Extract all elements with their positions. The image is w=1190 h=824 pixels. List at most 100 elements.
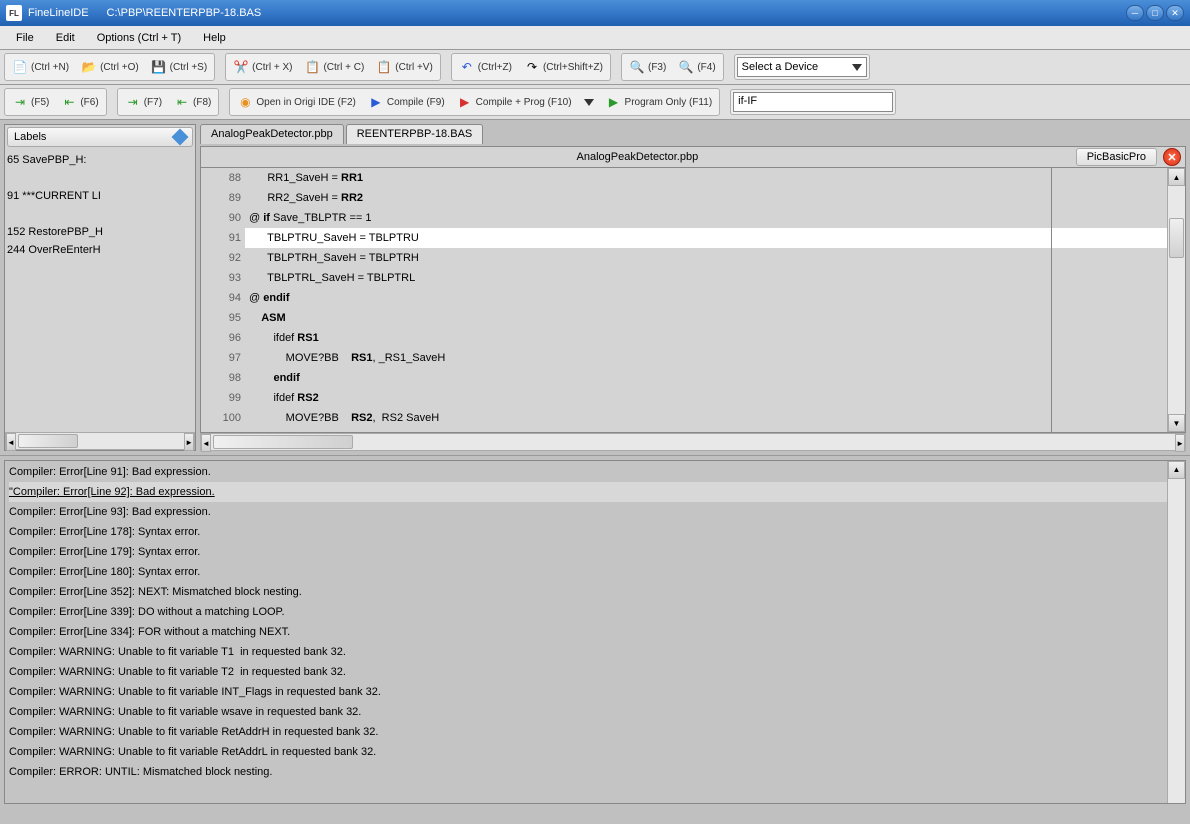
- snippet-input[interactable]: if-IF: [733, 92, 893, 112]
- search-next-icon: 🔍: [678, 59, 694, 75]
- code-line[interactable]: @ if Save_TBLPTR == 1: [245, 208, 1167, 228]
- menu-help[interactable]: Help: [193, 29, 236, 47]
- compile-button[interactable]: ▶Compile (F9): [363, 91, 450, 113]
- code-line[interactable]: MOVE?BB RS1, _RS1_SaveH: [245, 348, 1167, 368]
- output-vscroll[interactable]: ▲: [1167, 461, 1185, 803]
- code-line[interactable]: ASM: [245, 308, 1167, 328]
- label-item[interactable]: [7, 169, 193, 187]
- device-select-label: Select a Device: [742, 61, 818, 73]
- code-line[interactable]: TBLPTRH_SaveH = TBLPTRH: [245, 248, 1167, 268]
- label-item[interactable]: 91 ***CURRENT LI: [7, 187, 193, 205]
- code-line[interactable]: TBLPTRL_SaveH = TBLPTRL: [245, 268, 1167, 288]
- code-line[interactable]: TBLPTRU_SaveH = TBLPTRU: [245, 228, 1167, 248]
- output-line[interactable]: Compiler: WARNING: Unable to fit variabl…: [9, 722, 1181, 742]
- title-bar: FL FineLineIDE C:\PBP\REENTERPBP-18.BAS …: [0, 0, 1190, 26]
- code-line[interactable]: endif: [245, 368, 1167, 388]
- output-line[interactable]: Compiler: Error[Line 352]: NEXT: Mismatc…: [9, 582, 1181, 602]
- outdent-button[interactable]: ⇤(F8): [169, 91, 216, 113]
- open-button[interactable]: 📂(Ctrl +O): [76, 56, 144, 78]
- scroll-up-icon[interactable]: ▲: [1168, 461, 1185, 479]
- output-line[interactable]: Compiler: WARNING: Unable to fit variabl…: [9, 662, 1181, 682]
- labels-dropdown[interactable]: Labels: [7, 127, 193, 147]
- tab-reenterpbp[interactable]: REENTERPBP-18.BAS: [346, 124, 484, 144]
- new-button[interactable]: 📄(Ctrl +N): [7, 56, 74, 78]
- output-line[interactable]: Compiler: WARNING: Unable to fit variabl…: [9, 742, 1181, 762]
- external-ide-icon: ◉: [237, 94, 253, 110]
- cut-button[interactable]: ✂️(Ctrl + X): [228, 56, 297, 78]
- scroll-thumb[interactable]: [1169, 218, 1184, 258]
- output-line[interactable]: Compiler: Error[Line 339]: DO without a …: [9, 602, 1181, 622]
- code-line[interactable]: @ endif: [245, 288, 1167, 308]
- find-next-button[interactable]: 🔍(F4): [673, 56, 720, 78]
- code-line[interactable]: MOVE?BB RS2, RS2 SaveH: [245, 408, 1167, 428]
- label-item[interactable]: 152 RestorePBP_H: [7, 223, 193, 241]
- code-editor[interactable]: 888990919293949596979899100 RR1_SaveH = …: [200, 168, 1186, 433]
- minimize-button[interactable]: ─: [1126, 5, 1144, 21]
- output-line[interactable]: Compiler: Error[Line 178]: Syntax error.: [9, 522, 1181, 542]
- output-panel[interactable]: Compiler: Error[Line 91]: Bad expression…: [4, 460, 1186, 804]
- menu-file[interactable]: File: [6, 29, 44, 47]
- program-only-button[interactable]: ▶Program Only (F11): [601, 91, 718, 113]
- scroll-left-icon[interactable]: ◄: [201, 434, 211, 452]
- play-icon: ▶: [368, 94, 384, 110]
- output-line[interactable]: Compiler: WARNING: Unable to fit variabl…: [9, 682, 1181, 702]
- output-line[interactable]: Compiler: Error[Line 334]: FOR without a…: [9, 622, 1181, 642]
- code-line[interactable]: RR1_SaveH = RR1: [245, 168, 1167, 188]
- scroll-right-icon[interactable]: ►: [184, 433, 194, 451]
- scroll-left-icon[interactable]: ◄: [6, 433, 16, 451]
- device-select[interactable]: Select a Device: [737, 57, 867, 77]
- output-line[interactable]: Compiler: ERROR: UNTIL: Mismatched block…: [9, 762, 1181, 782]
- label-item[interactable]: [7, 205, 193, 223]
- document-header: AnalogPeakDetector.pbp PicBasicPro ✕: [200, 146, 1186, 168]
- output-line[interactable]: Compiler: Error[Line 180]: Syntax error.: [9, 562, 1181, 582]
- labels-list[interactable]: 65 SavePBP_H: 91 ***CURRENT LI 152 Resto…: [5, 149, 195, 432]
- output-line[interactable]: Compiler: Error[Line 93]: Bad expression…: [9, 502, 1181, 522]
- step-into-button[interactable]: ⇥(F5): [7, 91, 54, 113]
- scroll-down-icon[interactable]: ▼: [1168, 414, 1185, 432]
- step-in-icon: ⇥: [12, 94, 28, 110]
- open-orig-ide-button[interactable]: ◉Open in Origi IDE (F2): [232, 91, 360, 113]
- code-line[interactable]: RR2_SaveH = RR2: [245, 188, 1167, 208]
- copy-button[interactable]: 📋(Ctrl + C): [299, 56, 369, 78]
- label-item[interactable]: 65 SavePBP_H:: [7, 151, 193, 169]
- indent-button[interactable]: ⇥(F7): [120, 91, 167, 113]
- tab-analogpeakdetector[interactable]: AnalogPeakDetector.pbp: [200, 124, 344, 144]
- save-button[interactable]: 💾(Ctrl +S): [146, 56, 213, 78]
- output-line[interactable]: "Compiler: Error[Line 92]: Bad expressio…: [9, 482, 1181, 502]
- code-line[interactable]: ifdef RS2: [245, 388, 1167, 408]
- output-line[interactable]: Compiler: Error[Line 179]: Syntax error.: [9, 542, 1181, 562]
- language-badge[interactable]: PicBasicPro: [1076, 148, 1157, 166]
- scroll-thumb[interactable]: [213, 435, 353, 449]
- paste-button[interactable]: 📋(Ctrl +V): [371, 56, 438, 78]
- scroll-right-icon[interactable]: ►: [1175, 434, 1185, 452]
- scroll-thumb[interactable]: [18, 434, 78, 448]
- toolbar-2: ⇥(F5) ⇤(F6) ⇥(F7) ⇤(F8) ◉Open in Origi I…: [0, 85, 1190, 120]
- copy-icon: 📋: [304, 59, 320, 75]
- maximize-button[interactable]: □: [1146, 5, 1164, 21]
- save-icon: 💾: [151, 59, 167, 75]
- editor-vscroll[interactable]: ▲ ▼: [1167, 168, 1185, 432]
- compile-prog-dropdown[interactable]: [579, 96, 599, 109]
- labels-hscroll[interactable]: ◄ ►: [5, 432, 195, 450]
- output-line[interactable]: Compiler: WARNING: Unable to fit variabl…: [9, 642, 1181, 662]
- diamond-icon: [172, 129, 189, 146]
- undo-button[interactable]: ↶(Ctrl+Z): [454, 56, 517, 78]
- output-line[interactable]: Compiler: Error[Line 91]: Bad expression…: [9, 462, 1181, 482]
- redo-button[interactable]: ↷(Ctrl+Shift+Z): [519, 56, 608, 78]
- compile-prog-button[interactable]: ▶Compile + Prog (F10): [452, 91, 577, 113]
- label-item[interactable]: 244 OverReEnterH: [7, 241, 193, 259]
- editor-hscroll[interactable]: ◄ ►: [200, 433, 1186, 451]
- toolbar-1: 📄(Ctrl +N) 📂(Ctrl +O) 💾(Ctrl +S) ✂️(Ctrl…: [0, 50, 1190, 85]
- menu-options[interactable]: Options (Ctrl + T): [87, 29, 191, 47]
- code-area[interactable]: RR1_SaveH = RR1 RR2_SaveH = RR2@ if Save…: [245, 168, 1167, 432]
- find-button[interactable]: 🔍(F3): [624, 56, 671, 78]
- step-over-button[interactable]: ⇤(F6): [56, 91, 103, 113]
- code-line[interactable]: ifdef RS1: [245, 328, 1167, 348]
- scroll-up-icon[interactable]: ▲: [1168, 168, 1185, 186]
- app-name: FineLineIDE: [28, 7, 89, 19]
- outdent-icon: ⇤: [174, 94, 190, 110]
- close-button[interactable]: ✕: [1166, 5, 1184, 21]
- menu-edit[interactable]: Edit: [46, 29, 85, 47]
- output-line[interactable]: Compiler: WARNING: Unable to fit variabl…: [9, 702, 1181, 722]
- close-document-button[interactable]: ✕: [1163, 148, 1181, 166]
